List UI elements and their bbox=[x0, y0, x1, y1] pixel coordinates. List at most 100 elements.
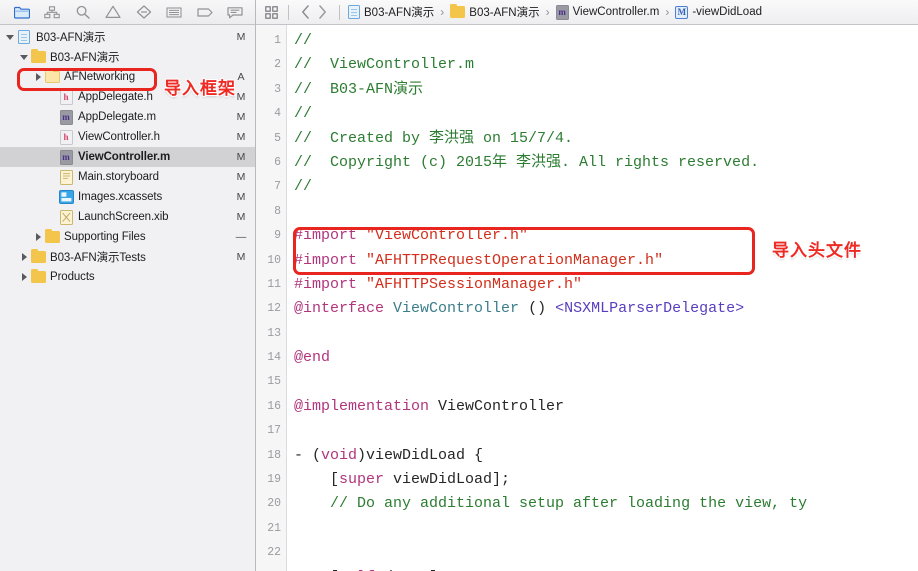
xcode-window: B03-AFN演示 M B03-AFN演示 AFNetworking Ah AppDele… bbox=[0, 0, 918, 571]
line-number: 1 bbox=[274, 34, 281, 47]
chevron-down-icon[interactable] bbox=[4, 27, 16, 47]
breakpoint-navigator-icon[interactable] bbox=[195, 4, 215, 20]
related-items-icon[interactable] bbox=[263, 4, 280, 21]
line-number: 19 bbox=[267, 473, 281, 487]
code-text[interactable]: // // ViewController.m // B03-AFN演示 // // Cr… bbox=[287, 25, 918, 571]
folder-filled-icon bbox=[450, 3, 466, 18]
breadcrumb-label: -viewDidLoad bbox=[692, 6, 762, 18]
line-number: 20 bbox=[267, 497, 281, 511]
code-line[interactable] bbox=[294, 200, 918, 224]
code-line[interactable]: // ViewController.m bbox=[294, 53, 918, 77]
breadcrumb-label: B03-AFN演示 bbox=[469, 7, 540, 19]
tree-row-b03-afn[interactable]: B03-AFN演示 bbox=[0, 47, 255, 67]
line-number: 6 bbox=[274, 155, 281, 169]
tree-row-label: LaunchScreen.xib bbox=[78, 211, 169, 223]
code-line[interactable] bbox=[294, 541, 918, 565]
code-line[interactable]: // Do any additional setup after loading… bbox=[294, 492, 918, 516]
tree-row-label: Images.xcassets bbox=[78, 191, 163, 203]
code-line[interactable]: - (void)viewDidLoad { bbox=[294, 444, 918, 468]
tree-row-b03-afntests[interactable]: B03-AFN演示Tests M bbox=[0, 247, 255, 267]
code-line[interactable]: // bbox=[294, 29, 918, 53]
code-line[interactable]: // bbox=[294, 102, 918, 126]
project-doc-icon bbox=[16, 29, 32, 45]
code-line[interactable] bbox=[294, 370, 918, 394]
forward-button[interactable] bbox=[314, 4, 331, 21]
line-number: 4 bbox=[274, 107, 281, 121]
report-navigator-icon[interactable] bbox=[225, 4, 245, 20]
code-token: // Do any additional setup after loading… bbox=[294, 495, 808, 513]
breadcrumb-label: ViewController.m bbox=[572, 6, 660, 18]
code-token: @implementation bbox=[294, 397, 439, 415]
breadcrumb-method[interactable]: M -viewDidLoad bbox=[675, 5, 762, 19]
chevron-right-icon[interactable] bbox=[18, 267, 30, 287]
issue-navigator-icon[interactable] bbox=[103, 4, 123, 20]
code-line[interactable]: // bbox=[294, 175, 918, 199]
code-token: [ bbox=[294, 471, 340, 489]
symbol-navigator-icon[interactable] bbox=[42, 4, 62, 20]
xcassets-icon bbox=[58, 190, 74, 204]
tree-row-supportingfiles[interactable]: Supporting Files — bbox=[0, 227, 255, 247]
code-line[interactable]: @implementation ViewController bbox=[294, 395, 918, 419]
storyboard-icon bbox=[58, 169, 74, 185]
tree-row-viewcontroller.h[interactable]: h ViewController.h M bbox=[0, 127, 255, 147]
code-token: void bbox=[321, 446, 358, 464]
line-number: 23 bbox=[256, 566, 286, 571]
method-badge-icon: M bbox=[675, 5, 689, 19]
line-number: 8 bbox=[274, 204, 281, 218]
code-line[interactable]: @end bbox=[294, 346, 918, 370]
line-number: 7 bbox=[274, 180, 281, 194]
tree-row-viewcontroller.m[interactable]: m ViewController.m M bbox=[0, 147, 255, 167]
scm-status-badge: M bbox=[236, 171, 246, 183]
breadcrumb-file[interactable]: m ViewController.m bbox=[555, 4, 660, 20]
code-line[interactable] bbox=[294, 322, 918, 346]
line-number: 3 bbox=[274, 82, 281, 96]
jumpbar-divider-1 bbox=[288, 4, 289, 20]
line-number: 5 bbox=[274, 131, 281, 145]
code-token: "ViewController.h" bbox=[366, 227, 529, 245]
framework-annotation-label: 导入框架 bbox=[164, 79, 236, 99]
tree-row-label: B03-AFN演示 bbox=[36, 32, 106, 44]
breadcrumb-project[interactable]: B03-AFN演示 bbox=[348, 4, 434, 20]
source-editor-pane: B03-AFN演示 › B03-AFN演示 › m ViewController… bbox=[256, 0, 918, 571]
tree-row-images.xcassets[interactable]: Images.xcassets M bbox=[0, 187, 255, 207]
project-file-tree[interactable]: B03-AFN演示 M B03-AFN演示 AFNetworking Ah AppDele… bbox=[0, 25, 255, 571]
tree-row-label: ViewController.h bbox=[78, 131, 160, 143]
code-line[interactable] bbox=[294, 419, 918, 443]
code-line[interactable]: [self demo7]; bbox=[294, 566, 918, 571]
breadcrumb-label: B03-AFN演示 bbox=[364, 7, 435, 19]
code-line[interactable] bbox=[294, 517, 918, 541]
code-line[interactable]: #import "AFHTTPSessionManager.h" bbox=[294, 273, 918, 297]
code-line[interactable]: // B03-AFN演示 bbox=[294, 78, 918, 102]
tree-row-main.storyboard[interactable]: Main.storyboard M bbox=[0, 167, 255, 187]
code-line[interactable]: [super viewDidLoad]; bbox=[294, 468, 918, 492]
project-navigator-icon[interactable] bbox=[12, 4, 32, 20]
scm-status-badge: M bbox=[236, 31, 246, 43]
folder-filled-icon bbox=[30, 248, 46, 263]
code-token: // Created by 李洪强 on 15/7/4. bbox=[294, 129, 574, 147]
chevron-down-icon[interactable] bbox=[18, 47, 30, 67]
chevron-right-icon[interactable] bbox=[32, 227, 44, 247]
tree-row-products[interactable]: Products bbox=[0, 267, 255, 287]
code-line[interactable]: // Created by 李洪强 on 15/7/4. bbox=[294, 127, 918, 151]
test-navigator-icon[interactable] bbox=[134, 4, 154, 20]
impl-file-icon: m bbox=[59, 149, 73, 165]
impl-file-icon: m bbox=[58, 109, 74, 125]
code-line[interactable]: // Copyright (c) 2015年 李洪强. All rights r… bbox=[294, 151, 918, 175]
breadcrumb-group[interactable]: B03-AFN演示 bbox=[450, 3, 540, 20]
debug-navigator-icon[interactable] bbox=[164, 4, 184, 20]
search-navigator-icon[interactable] bbox=[73, 4, 93, 20]
code-line[interactable]: @interface ViewController () <NSXMLParse… bbox=[294, 297, 918, 321]
back-button[interactable] bbox=[297, 4, 314, 21]
chevron-right-icon[interactable] bbox=[32, 67, 44, 87]
code-area: 1234567891011121314151617181920212223242… bbox=[256, 25, 918, 571]
tree-row-label: Products bbox=[50, 271, 95, 283]
chevron-right-icon[interactable] bbox=[18, 247, 30, 267]
header-file-icon: h bbox=[59, 129, 73, 145]
tree-row-b03-afn[interactable]: B03-AFN演示 M bbox=[0, 27, 255, 47]
tree-row-launchscreen.xib[interactable]: LaunchScreen.xib M bbox=[0, 207, 255, 227]
tree-row-appdelegate.m[interactable]: m AppDelegate.m M bbox=[0, 107, 255, 127]
impl-file-icon: m bbox=[58, 149, 74, 165]
